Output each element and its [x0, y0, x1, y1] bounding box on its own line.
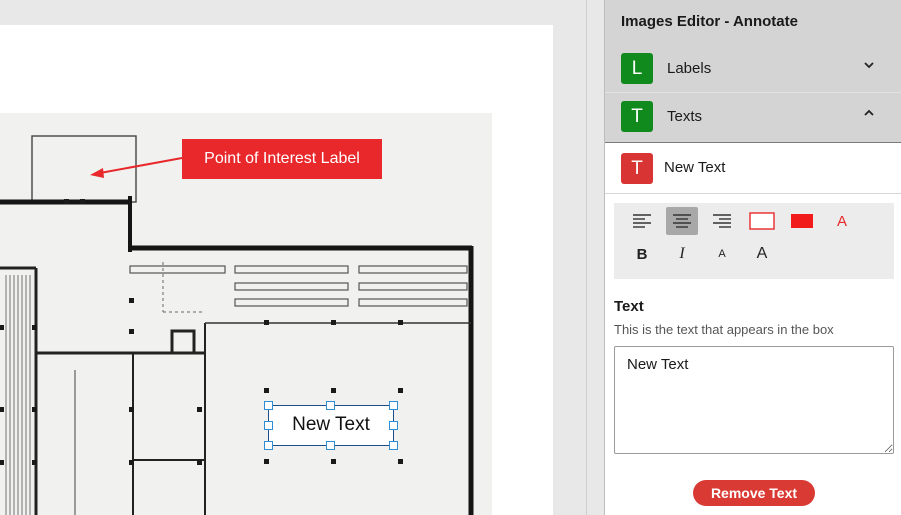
resize-handle-bottom-right[interactable] [389, 441, 398, 450]
image-canvas-area: Point of Interest Label New Text [0, 0, 587, 515]
resize-handle-top-left[interactable] [264, 401, 273, 410]
image-page: Point of Interest Label New Text [0, 25, 553, 515]
text-item-badge: T [621, 153, 653, 184]
border-color-button[interactable] [746, 207, 778, 235]
chevron-down-icon [864, 62, 874, 69]
resize-handle-top-right[interactable] [389, 401, 398, 410]
bold-icon: B [636, 245, 648, 263]
font-size-small-icon: A [718, 248, 726, 260]
align-left-icon [633, 214, 651, 228]
annotation-label[interactable]: Point of Interest Label [182, 139, 382, 179]
bold-button[interactable]: B [626, 240, 658, 268]
canvas-text-box[interactable]: New Text [268, 405, 394, 446]
align-right-icon [713, 214, 731, 228]
fill-color-icon [791, 214, 813, 228]
align-center-icon [673, 214, 691, 228]
font-size-large-button[interactable]: A [746, 240, 778, 268]
font-color-icon: A [836, 212, 847, 230]
accordion-labels[interactable]: L Labels [605, 45, 901, 91]
resize-handle-bottom-left[interactable] [264, 441, 273, 450]
panel-header: Images Editor - Annotate L Labels T Text… [605, 0, 901, 142]
text-field-title: Text [614, 298, 644, 315]
canvas-text-box-label: New Text [292, 414, 370, 435]
align-center-button[interactable] [666, 207, 698, 235]
annotate-panel: Images Editor - Annotate L Labels T Text… [604, 0, 901, 515]
text-format-toolbar: A B I A A [614, 203, 894, 279]
labels-badge: L [621, 53, 653, 84]
fill-color-button[interactable] [786, 207, 818, 235]
resize-handle-middle-right[interactable] [389, 421, 398, 430]
align-right-button[interactable] [706, 207, 738, 235]
texts-badge: T [621, 101, 653, 132]
font-size-small-button[interactable]: A [706, 240, 738, 268]
align-left-button[interactable] [626, 207, 658, 235]
resize-handle-top-center[interactable] [326, 401, 335, 410]
resize-handle-middle-left[interactable] [264, 421, 273, 430]
accordion-texts[interactable]: T Texts [605, 93, 901, 139]
italic-button[interactable]: I [666, 240, 698, 268]
accordion-texts-label: Texts [667, 108, 703, 125]
text-item-label: New Text [664, 159, 726, 176]
font-color-button[interactable]: A [826, 207, 858, 235]
accordion-labels-label: Labels [667, 60, 712, 77]
text-field-input[interactable]: New Text [614, 346, 894, 454]
text-item-new-text[interactable]: T New Text [605, 142, 901, 194]
italic-icon: I [679, 245, 685, 262]
chevron-up-icon [864, 109, 874, 116]
resize-handle-bottom-center[interactable] [326, 441, 335, 450]
text-field-help: This is the text that appears in the box [614, 322, 834, 337]
panel-title: Images Editor - Annotate [621, 13, 798, 30]
font-size-large-icon: A [756, 245, 768, 262]
border-color-icon [749, 212, 775, 230]
remove-text-button[interactable]: Remove Text [693, 480, 815, 506]
